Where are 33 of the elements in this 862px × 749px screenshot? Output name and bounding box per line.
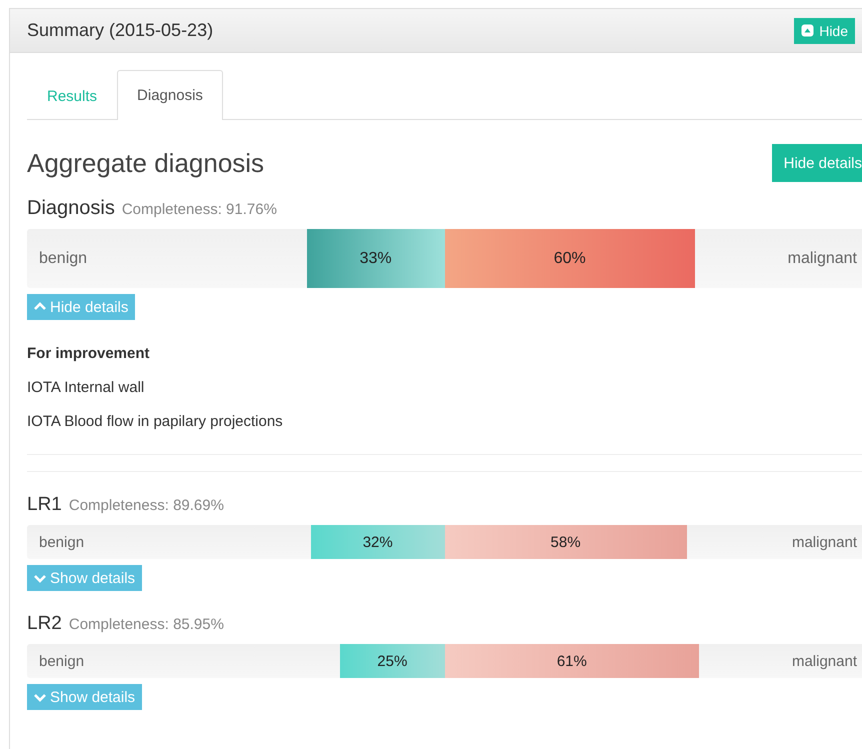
details-toggle-button[interactable]: Show details [27,565,142,591]
benign-label: benign [38,250,88,268]
malignant-label: malignant [786,250,858,268]
tab[interactable]: Diagnosis [117,70,223,120]
panel-title: Summary (2015-05-23) [27,20,214,41]
model-name: Diagnosis [27,197,115,220]
benign-segment: 33% [306,229,444,288]
hide-button[interactable]: Hide [794,18,855,44]
hide-details-button[interactable]: Hide details [772,144,862,182]
malignant-segment: 60% [444,229,695,288]
malignant-label: malignant [790,652,858,670]
details-toggle-button[interactable]: Show details [27,684,142,710]
section-heading: Aggregate diagnosis [27,148,264,178]
chevron-icon [34,572,46,584]
model-name: LR2 [27,613,62,635]
details-toggle-button[interactable]: Hide details [27,294,136,320]
completeness-text: Completeness: 85.95% [68,616,224,633]
completeness-text: Completeness: 89.69% [68,497,224,514]
malignant-segment: 58% [444,525,687,559]
benign-label: benign [38,534,86,550]
malignant-label: malignant [790,534,858,550]
collapse-icon [801,24,814,37]
benign-segment: 25% [340,644,444,678]
improvement-item: IOTA Internal wall [27,379,146,396]
benign-segment: 32% [310,525,444,559]
model-name: LR1 [27,494,62,516]
benign-label: benign [38,652,86,670]
tab[interactable]: Results [27,71,118,120]
improvement-item: IOTA Blood flow in papilary projections [27,413,284,430]
improvement-title: For improvement [27,345,151,362]
chevron-icon [34,691,46,703]
completeness-text: Completeness: 91.76% [122,201,277,218]
malignant-segment: 61% [444,644,700,678]
